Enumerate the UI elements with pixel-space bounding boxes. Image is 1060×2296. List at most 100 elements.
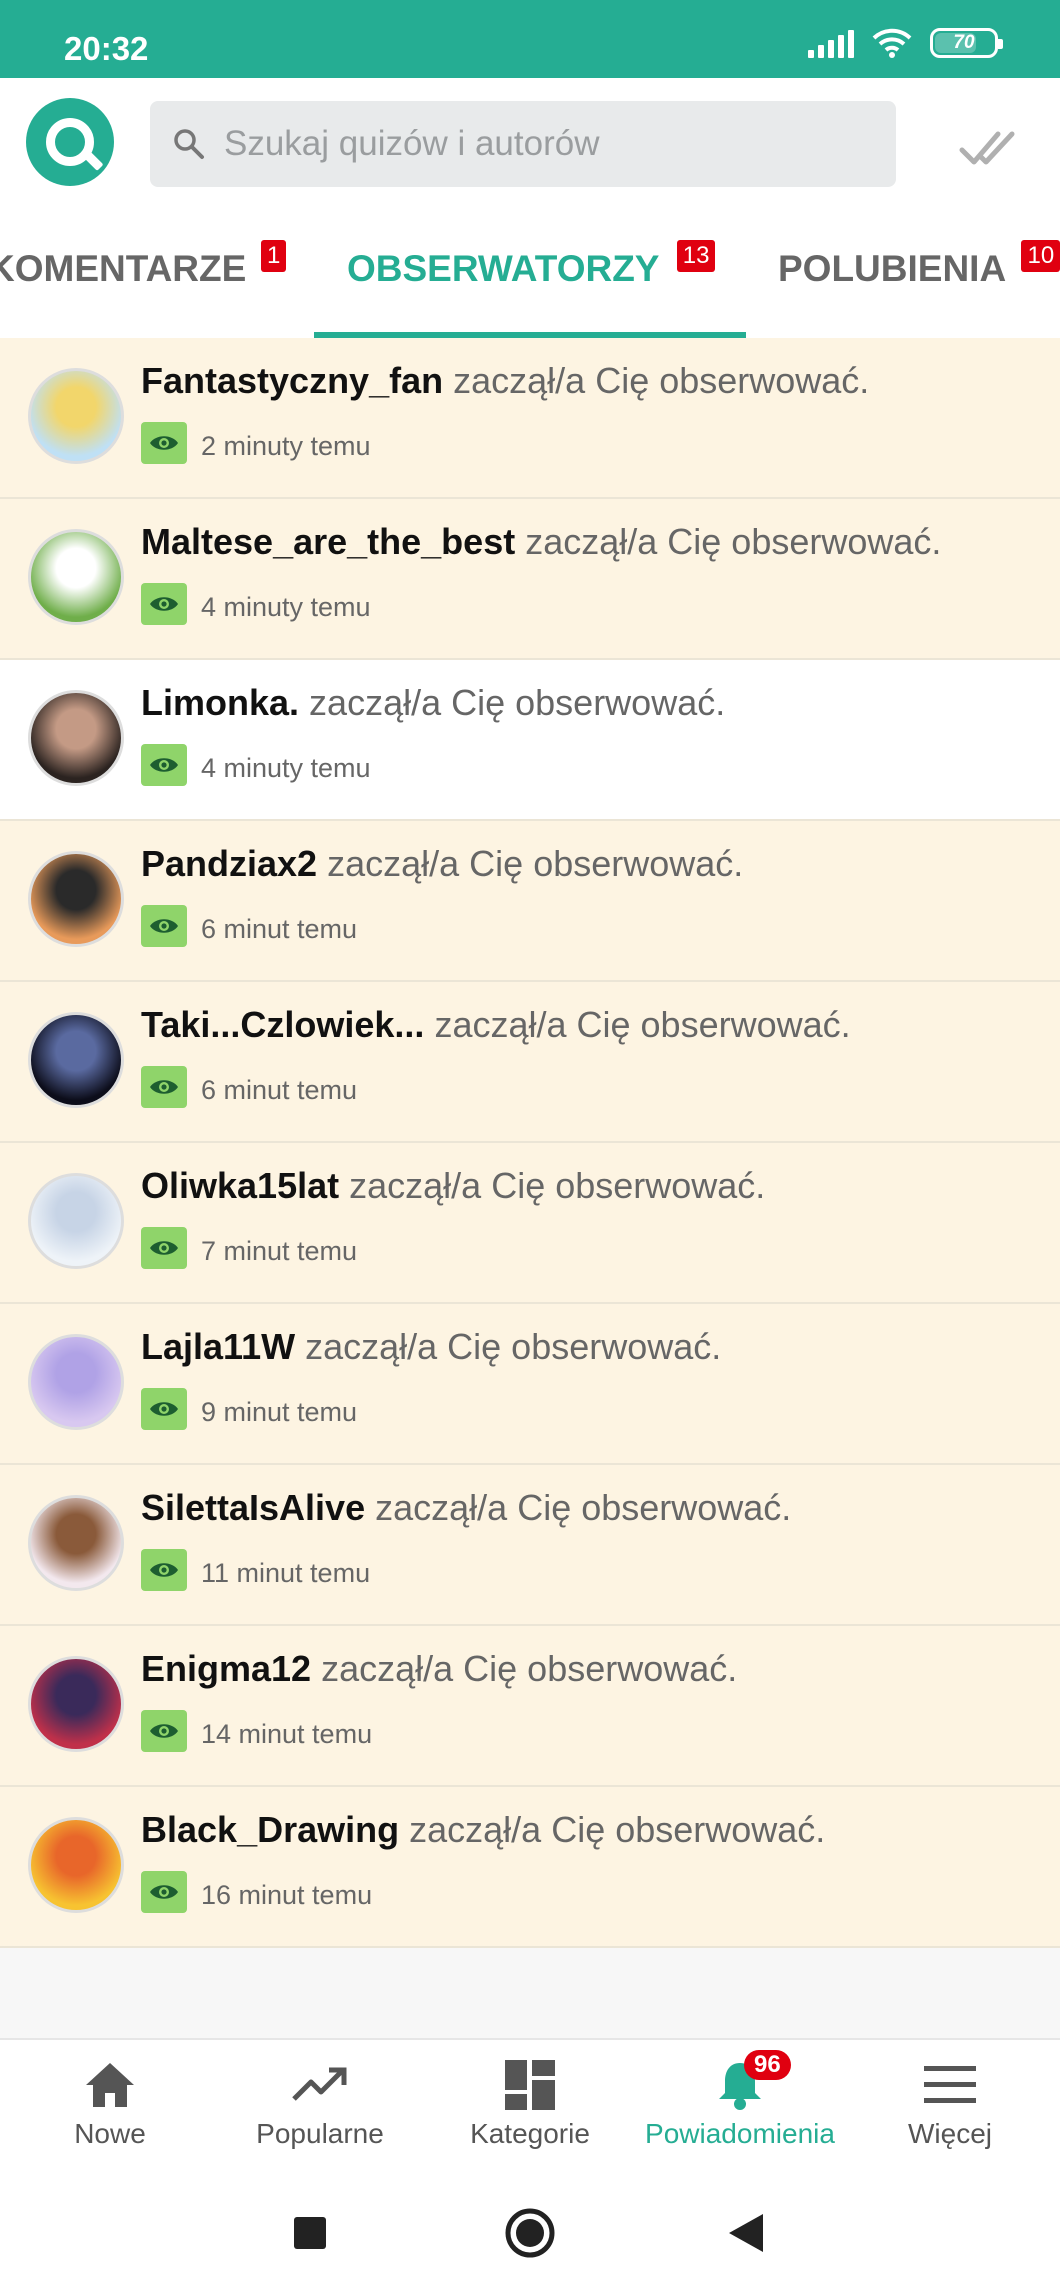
notification-text: Lajla11W zaczął/a Cię obserwować. — [141, 1326, 721, 1368]
search-icon — [174, 129, 204, 159]
notification-time: 2 minuty temu — [201, 431, 371, 461]
username[interactable]: Limonka. — [141, 682, 299, 723]
eye-icon — [141, 583, 187, 625]
wifi-icon — [872, 28, 912, 58]
notification-item[interactable]: Limonka. zaczął/a Cię obserwować. 4 minut… — [0, 660, 1060, 821]
circle-icon — [505, 2208, 555, 2258]
mark-all-read-icon[interactable] — [958, 122, 1018, 172]
notification-time: 6 minut temu — [201, 1075, 358, 1105]
username[interactable]: Black_Drawing — [141, 1809, 399, 1850]
avatar[interactable] — [28, 1334, 124, 1430]
notification-time: 11 minut temu — [201, 1558, 371, 1588]
tab-likes[interactable]: POLUBIENIA 10 — [778, 240, 1060, 290]
notification-text: Pandziax2 zaczął/a Cię obserwować. — [141, 843, 743, 885]
notification-text: Black_Drawing zaczął/a Cię obserwować. — [141, 1809, 825, 1851]
notifications-count-badge: 96 — [744, 2050, 791, 2080]
app-logo[interactable] — [26, 98, 114, 186]
notification-action: zaczął/a Cię obserwować. — [309, 682, 726, 723]
tab-label: OBSERWATORZY — [347, 248, 660, 289]
eye-icon — [141, 1066, 187, 1108]
nav-popular[interactable]: Popularne — [214, 2040, 426, 2172]
avatar[interactable] — [28, 1173, 124, 1269]
avatar[interactable] — [28, 690, 124, 786]
avatar[interactable] — [28, 1656, 124, 1752]
eye-icon — [141, 744, 187, 786]
username[interactable]: Maltese_are_the_best — [141, 521, 515, 562]
username[interactable]: Fantastyczny_fan — [141, 360, 443, 401]
status-time: 20:32 — [64, 30, 149, 67]
search-bar[interactable] — [150, 101, 896, 187]
nav-new[interactable]: Nowe — [4, 2040, 216, 2172]
notification-text: Taki...Czlowiek... zaczął/a Cię obserwow… — [141, 1004, 851, 1046]
nav-label: Więcej — [907, 2118, 992, 2149]
nav-label: Powiadomienia — [645, 2118, 835, 2149]
notification-item[interactable]: Fantastyczny_fan zaczął/a Cię obserwować… — [0, 338, 1060, 499]
username[interactable]: Taki...Czlowiek... — [141, 1004, 424, 1045]
status-bar: 20:32 70 — [0, 0, 1060, 78]
notification-item[interactable]: Black_Drawing zaczął/a Cię obserwować. 16… — [0, 1787, 1060, 1948]
notification-action: zaczął/a Cię obserwować. — [409, 1809, 826, 1850]
username[interactable]: Pandziax2 — [141, 843, 317, 884]
avatar[interactable] — [28, 529, 124, 625]
notification-text: Limonka. zaczął/a Cię obserwować. — [141, 682, 725, 724]
menu-icon — [924, 2066, 976, 2103]
notification-text: Fantastyczny_fan zaczął/a Cię obserwować… — [141, 360, 869, 402]
notification-time: 14 minut temu — [201, 1719, 373, 1749]
notification-action: zaczął/a Cię obserwować. — [321, 1648, 738, 1689]
notification-time: 4 minuty temu — [201, 592, 371, 622]
notification-text: Maltese_are_the_best zaczął/a Cię obserw… — [141, 521, 941, 563]
notification-time: 9 minut temu — [201, 1397, 358, 1427]
tab-badge: 13 — [676, 240, 716, 272]
back-triangle-icon — [729, 2214, 763, 2252]
recent-apps-button[interactable] — [250, 2170, 370, 2296]
search-input[interactable] — [224, 124, 864, 164]
notification-action: zaczął/a Cię obserwować. — [434, 1004, 851, 1045]
battery-icon: 70 — [930, 28, 1003, 58]
notification-text: Enigma12 zaczął/a Cię obserwować. — [141, 1648, 737, 1690]
notification-text: Oliwka15lat zaczął/a Cię obserwować. — [141, 1165, 765, 1207]
notification-text: SilettaIsAlive zaczął/a Cię obserwować. — [141, 1487, 791, 1529]
home-button[interactable] — [470, 2170, 590, 2296]
notification-action: zaczął/a Cię obserwować. — [453, 360, 870, 401]
nav-categories[interactable]: Kategorie — [424, 2040, 636, 2172]
tab-badge: 1 — [260, 240, 287, 272]
notification-item[interactable]: Lajla11W zaczął/a Cię obserwować. 9 minut… — [0, 1304, 1060, 1465]
notification-action: zaczął/a Cię obserwować. — [305, 1326, 722, 1367]
grid-icon — [505, 2060, 555, 2110]
nav-notifications[interactable]: 96 Powiadomienia — [634, 2040, 846, 2172]
avatar[interactable] — [28, 851, 124, 947]
tab-badge: 10 — [1021, 240, 1060, 272]
tab-followers[interactable]: OBSERWATORZY 13 — [347, 240, 716, 290]
back-button[interactable] — [686, 2170, 806, 2296]
notification-item[interactable]: Pandziax2 zaczął/a Cię obserwować. 6 minu… — [0, 821, 1060, 982]
avatar[interactable] — [28, 1495, 124, 1591]
avatar[interactable] — [28, 368, 124, 464]
notification-time: 16 minut temu — [201, 1880, 373, 1910]
signal-icon — [808, 28, 854, 58]
tab-comments[interactable]: KOMENTARZE 1 — [0, 240, 287, 290]
username[interactable]: SilettaIsAlive — [141, 1487, 365, 1528]
notification-time: 6 minut temu — [201, 914, 358, 944]
notification-time: 4 minuty temu — [201, 753, 371, 783]
notification-tabs: KOMENTARZE 1 OBSERWATORZY 13 POLUBIENIA … — [0, 200, 1060, 338]
notification-item[interactable]: SilettaIsAlive zaczął/a Cię obserwować. 1… — [0, 1465, 1060, 1626]
nav-label: Popularne — [256, 2118, 384, 2149]
notification-item[interactable]: Maltese_are_the_best zaczął/a Cię obserw… — [0, 499, 1060, 660]
notification-item[interactable]: Taki...Czlowiek... zaczął/a Cię obserwow… — [0, 982, 1060, 1143]
username[interactable]: Enigma12 — [141, 1648, 311, 1689]
notification-action: zaczął/a Cię obserwować. — [349, 1165, 766, 1206]
eye-icon — [141, 905, 187, 947]
battery-percent: 70 — [953, 32, 975, 53]
eye-icon — [141, 1710, 187, 1752]
eye-icon — [141, 422, 187, 464]
notification-item[interactable]: Oliwka15lat zaczął/a Cię obserwować. 7 mi… — [0, 1143, 1060, 1304]
nav-more[interactable]: Więcej — [844, 2040, 1056, 2172]
tab-label: KOMENTARZE — [0, 248, 247, 289]
avatar[interactable] — [28, 1817, 124, 1913]
username[interactable]: Oliwka15lat — [141, 1165, 339, 1206]
username[interactable]: Lajla11W — [141, 1326, 295, 1367]
avatar[interactable] — [28, 1012, 124, 1108]
notification-action: zaczął/a Cię obserwować. — [525, 521, 942, 562]
eye-icon — [141, 1388, 187, 1430]
notification-item[interactable]: Enigma12 zaczął/a Cię obserwować. 14 minu… — [0, 1626, 1060, 1787]
